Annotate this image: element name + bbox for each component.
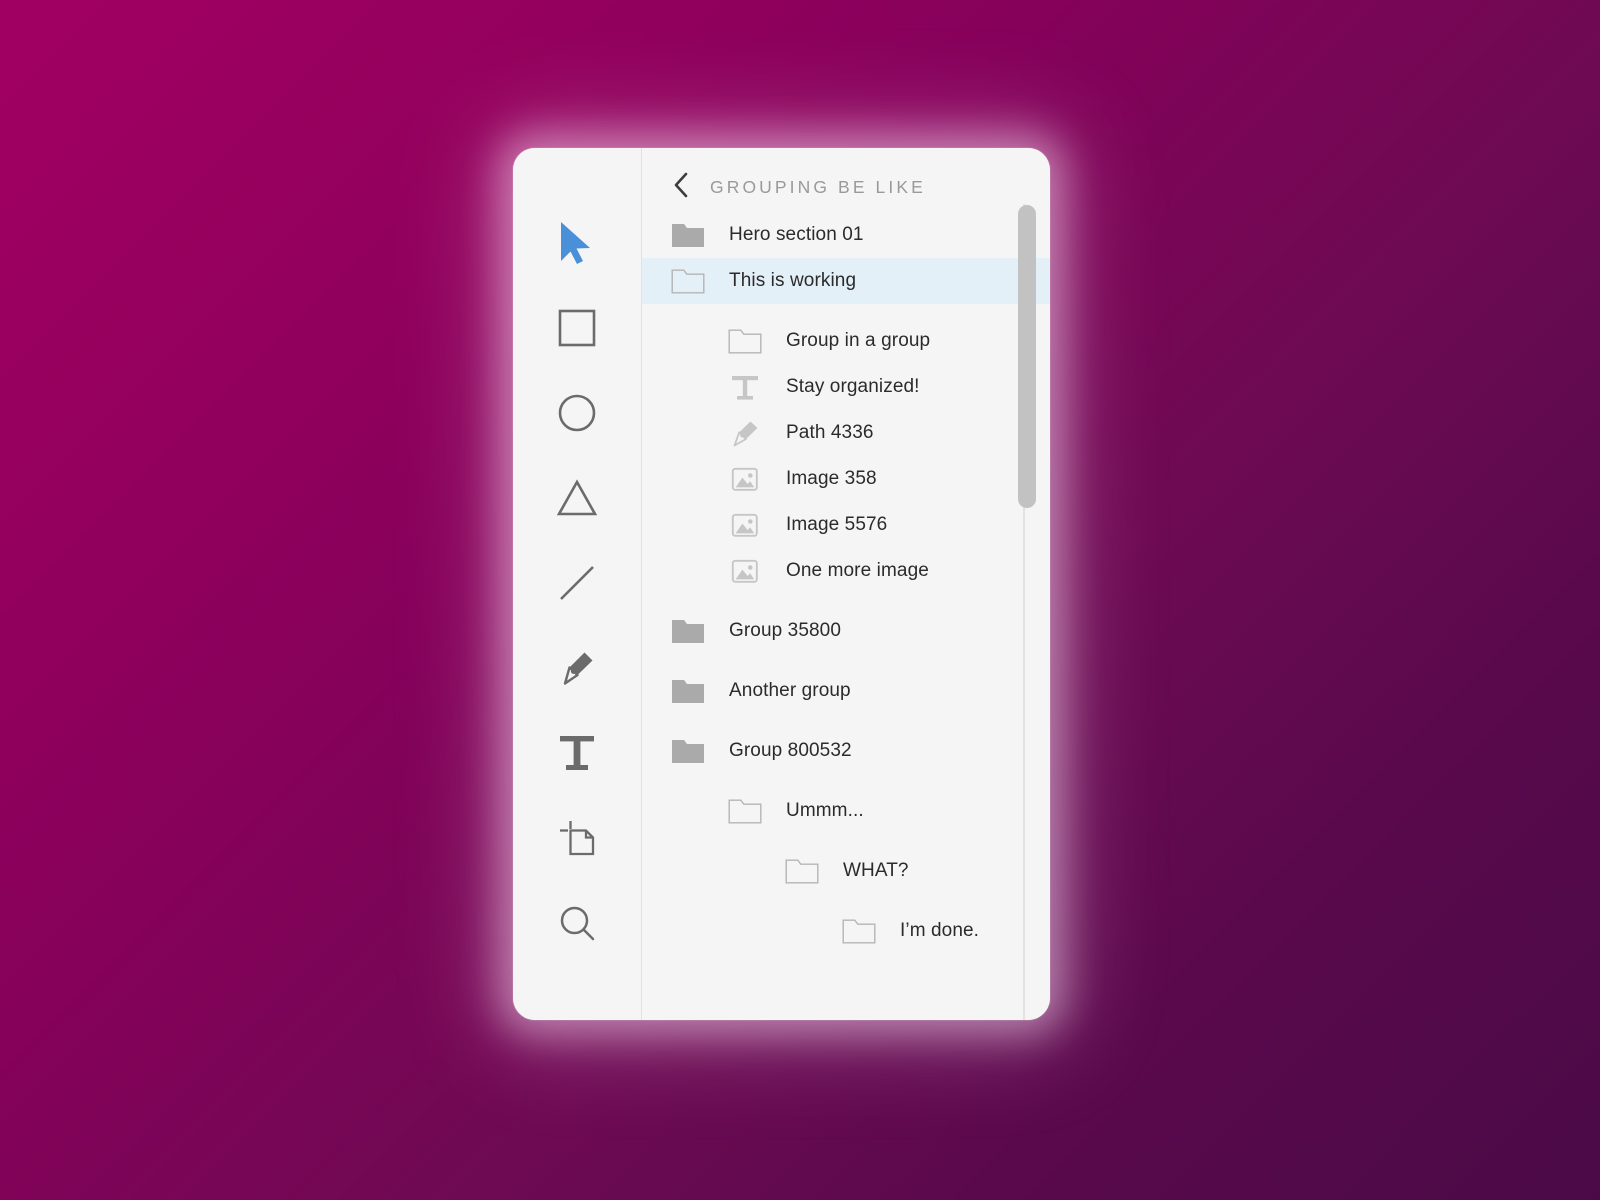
layer-row[interactable]: This is working [642,258,1050,304]
app-window: GROUPING BE LIKE Hero section 01 This is … [513,148,1050,1020]
layer-row-label: Image 5576 [786,514,888,535]
rectangle-tool[interactable] [544,285,610,370]
layer-row[interactable]: Stay organized! [642,364,1050,410]
layer-row[interactable]: Group in a group [642,318,1050,364]
ellipse-tool[interactable] [544,370,610,455]
folder-outline-icon [728,794,774,828]
cursor-icon [559,220,595,266]
panel-header: GROUPING BE LIKE [642,148,1050,212]
folder-outline-icon [842,914,888,948]
line-tool[interactable] [544,540,610,625]
layer-row[interactable]: I’m done. [642,908,1050,954]
vertical-scrollbar[interactable] [1018,148,1036,1020]
layer-row-label: I’m done. [900,920,980,941]
image-icon [728,462,774,496]
circle-icon [558,394,596,432]
pen-icon [557,648,597,688]
layer-row-label: Group in a group [786,330,931,351]
square-icon [558,309,596,347]
search-icon [558,904,596,942]
layer-row[interactable]: One more image [642,548,1050,594]
artboard-icon [557,818,597,858]
tool-sidebar [513,148,642,1020]
folder-filled-icon [671,614,717,648]
folder-outline-icon [671,264,717,298]
layer-row-label: Image 358 [786,468,877,489]
layer-row-label: Ummm... [786,800,864,821]
layer-row-label: Group 800532 [729,740,852,761]
zoom-tool[interactable] [544,880,610,965]
layer-row-label: Path 4336 [786,422,874,443]
layer-list: Hero section 01 This is working Group in a… [642,212,1050,1020]
folder-outline-icon [785,854,831,888]
image-icon [728,508,774,542]
scrollbar-thumb[interactable] [1018,205,1036,508]
folder-filled-icon [671,674,717,708]
layer-list-panel: GROUPING BE LIKE Hero section 01 This is … [642,148,1050,1020]
page-title: GROUPING BE LIKE [710,176,926,197]
text-icon [558,733,596,773]
layer-row-label: Another group [729,680,851,701]
layer-row-label: Stay organized! [786,376,920,397]
layer-row[interactable]: Ummm... [642,788,1050,834]
layer-row-label: Group 35800 [729,620,842,641]
triangle-tool[interactable] [544,455,610,540]
layer-row[interactable]: Image 358 [642,456,1050,502]
layer-row-label: Hero section 01 [729,224,864,245]
artboard-tool[interactable] [544,795,610,880]
layer-row-label: One more image [786,560,929,581]
layer-row[interactable]: Hero section 01 [642,212,1050,258]
triangle-icon [556,478,598,516]
select-tool[interactable] [544,200,610,285]
text-tool[interactable] [544,710,610,795]
layer-row[interactable]: WHAT? [642,848,1050,894]
layer-row-label: This is working [729,270,857,291]
layer-row[interactable]: Path 4336 [642,410,1050,456]
folder-filled-icon [671,734,717,768]
back-button[interactable] [670,172,692,198]
chevron-left-icon [673,172,689,203]
text-layer-icon [728,370,774,404]
layer-row-label: WHAT? [843,860,909,881]
path-icon [728,416,774,450]
layer-row[interactable]: Image 5576 [642,502,1050,548]
layer-row[interactable]: Another group [642,668,1050,714]
folder-filled-icon [671,218,717,252]
layer-row[interactable]: Group 35800 [642,608,1050,654]
folder-outline-icon [728,324,774,358]
layer-row[interactable]: Group 800532 [642,728,1050,774]
pen-tool[interactable] [544,625,610,710]
image-icon [728,554,774,588]
line-icon [558,564,596,602]
